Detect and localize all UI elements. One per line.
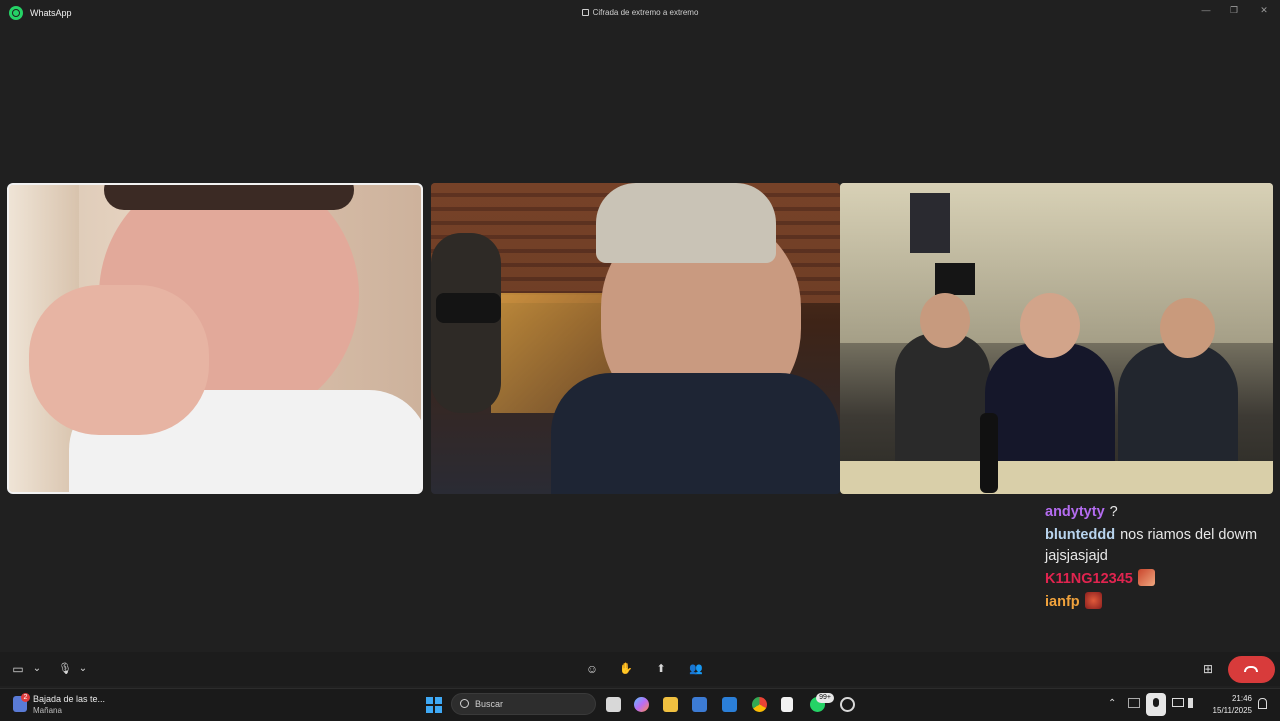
notepad-icon[interactable] bbox=[781, 697, 793, 712]
chrome-icon[interactable] bbox=[752, 697, 767, 712]
chat-message: K11NG12345 bbox=[1045, 569, 1277, 590]
chat-username: blunteddd bbox=[1045, 527, 1116, 543]
minimize-button[interactable]: — bbox=[1199, 5, 1213, 17]
obs-icon[interactable] bbox=[840, 697, 855, 712]
microphone-in-use-icon[interactable] bbox=[1146, 693, 1166, 716]
chat-username: ianfp bbox=[1045, 594, 1080, 610]
hair bbox=[104, 185, 354, 210]
notifications-bell-icon[interactable] bbox=[1258, 698, 1267, 709]
hidden-eye-icon[interactable] bbox=[1128, 698, 1140, 708]
weather-badge: 2 bbox=[21, 693, 30, 702]
hoodie bbox=[551, 373, 840, 494]
person-left-head bbox=[920, 293, 970, 348]
hand bbox=[29, 285, 209, 435]
title-bar: WhatsApp Cifrada de extremo a extremo — … bbox=[0, 0, 1280, 28]
call-controls-bar: ▭ ⌄ 🎙 ⌄ ☺ ✋ ⬆ 👥 ⊞ bbox=[0, 652, 1280, 686]
clock-date[interactable]: 15/11/2025 bbox=[1200, 706, 1252, 715]
share-screen-button[interactable]: ⬆ bbox=[653, 660, 669, 678]
desk bbox=[840, 461, 1273, 494]
maximize-button[interactable]: ❐ bbox=[1227, 5, 1241, 17]
start-button[interactable] bbox=[426, 697, 442, 713]
chat-message: andytyty? bbox=[1045, 502, 1277, 523]
copilot-icon[interactable] bbox=[634, 697, 649, 712]
clock-time[interactable]: 21:46 bbox=[1210, 694, 1252, 703]
close-button[interactable]: ✕ bbox=[1257, 5, 1271, 17]
search-icon bbox=[460, 699, 469, 708]
raise-hand-button[interactable]: ✋ bbox=[618, 660, 634, 678]
hang-up-icon bbox=[1244, 666, 1258, 672]
person-left bbox=[895, 333, 990, 463]
network-icon[interactable] bbox=[1172, 698, 1184, 707]
participant-video-tile-2[interactable] bbox=[431, 183, 840, 494]
microphone-toggle-button[interactable]: 🎙 bbox=[57, 660, 73, 678]
microsoft-store-icon[interactable] bbox=[692, 697, 707, 712]
emote-icon bbox=[1084, 592, 1102, 609]
end-call-button[interactable] bbox=[1228, 656, 1275, 683]
participant-video-tile-3[interactable] bbox=[840, 183, 1273, 494]
microphone bbox=[980, 413, 998, 493]
tray-chevron-icon[interactable]: ⌃ bbox=[1108, 698, 1116, 709]
cap bbox=[596, 183, 776, 263]
encryption-text: Cifrada de extremo a extremo bbox=[592, 8, 699, 17]
file-explorer-icon[interactable] bbox=[663, 697, 678, 712]
person-center bbox=[985, 343, 1115, 463]
participants-button[interactable]: 👥 bbox=[688, 660, 704, 678]
taskbar-search[interactable]: Buscar bbox=[451, 693, 596, 715]
chat-text: ? bbox=[1109, 504, 1118, 520]
chat-overlay: andytyty? blunteddd nos riamos del dowm j… bbox=[1045, 502, 1277, 615]
second-person bbox=[431, 233, 501, 413]
mail-icon[interactable] bbox=[722, 697, 737, 712]
participant-video-tile-1[interactable] bbox=[7, 183, 423, 494]
weather-subtitle[interactable]: Mañana bbox=[33, 706, 62, 715]
person-right-head bbox=[1160, 298, 1215, 358]
whatsapp-badge: 99+ bbox=[816, 693, 834, 703]
windows-taskbar: 2 Bajada de las te... Mañana Buscar 99+ … bbox=[0, 688, 1280, 721]
chat-username: K11NG12345 bbox=[1045, 571, 1133, 587]
volume-icon[interactable] bbox=[1188, 698, 1199, 708]
sunglasses bbox=[436, 293, 501, 323]
microphone-options-chevron-icon[interactable]: ⌄ bbox=[76, 660, 90, 678]
chat-message: ianfp bbox=[1045, 592, 1277, 613]
monitor bbox=[935, 263, 975, 295]
task-view-icon[interactable] bbox=[606, 697, 621, 712]
chat-username: andytyty bbox=[1045, 504, 1105, 520]
encryption-notice: Cifrada de extremo a extremo bbox=[0, 8, 1280, 17]
search-placeholder[interactable]: Buscar bbox=[475, 699, 503, 709]
poster bbox=[910, 193, 950, 253]
camera-toggle-button[interactable]: ▭ bbox=[10, 660, 26, 678]
person-right bbox=[1118, 343, 1238, 463]
chat-message: blunteddd nos riamos del dowm jajsjasjajd bbox=[1045, 525, 1277, 567]
emote-icon bbox=[1137, 569, 1155, 586]
camera-options-chevron-icon[interactable]: ⌄ bbox=[30, 660, 44, 678]
weather-title[interactable]: Bajada de las te... bbox=[33, 694, 105, 704]
reactions-button[interactable]: ☺ bbox=[584, 660, 600, 678]
person-center-head bbox=[1020, 293, 1080, 358]
lock-icon bbox=[581, 9, 589, 16]
layout-button[interactable]: ⊞ bbox=[1200, 660, 1216, 678]
